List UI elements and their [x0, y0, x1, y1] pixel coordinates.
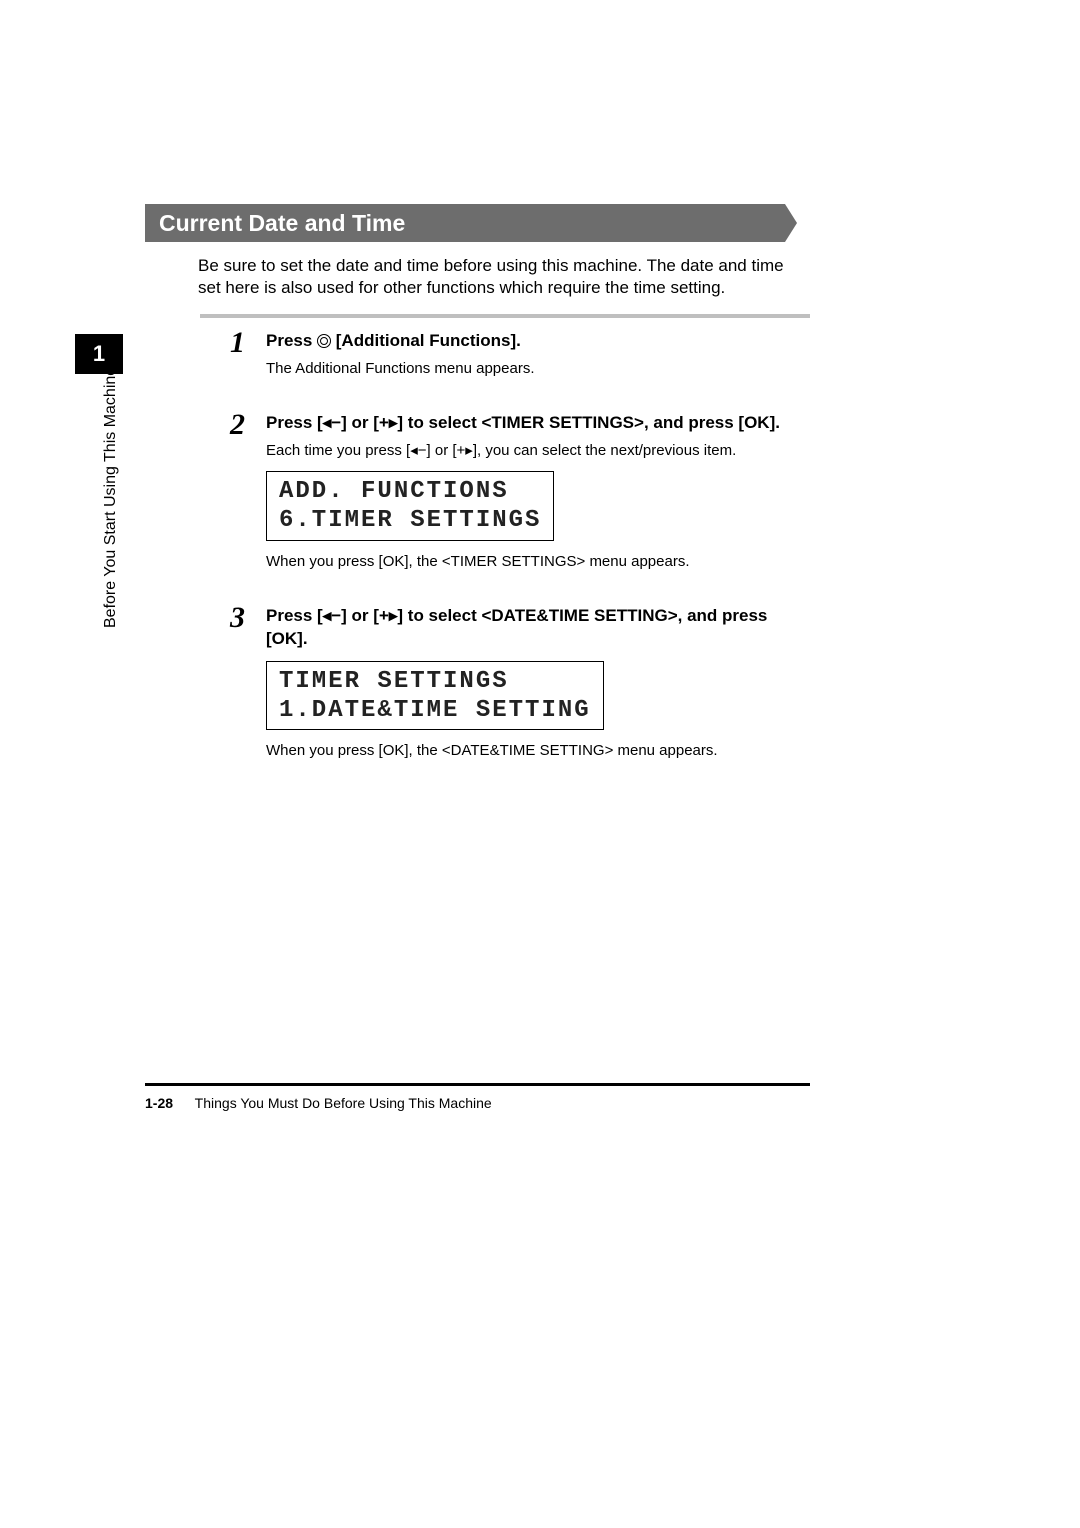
step-body: Each time you press [◂−] or [+▸], you ca…: [266, 441, 810, 461]
additional-functions-key-icon: [317, 334, 331, 348]
step-title: Press [◂−] or [+▸] to select <DATE&TIME …: [266, 605, 810, 651]
lcd-display: TIMER SETTINGS 1.DATE&TIME SETTING: [266, 661, 604, 731]
lcd-display: ADD. FUNCTIONS 6.TIMER SETTINGS: [266, 471, 554, 541]
step-body: The Additional Functions menu appears.: [266, 359, 810, 379]
lcd-line-2: 1.DATE&TIME SETTING: [279, 697, 591, 726]
lcd-line-2: 6.TIMER SETTINGS: [279, 507, 541, 536]
lcd-line-1: ADD. FUNCTIONS: [279, 478, 541, 507]
page-number: 1-28: [145, 1095, 173, 1111]
step-number: 3: [230, 601, 245, 635]
heading-arrow-icon: [785, 204, 797, 242]
divider: [200, 314, 810, 318]
step-post-text: When you press [OK], the <DATE&TIME SETT…: [266, 742, 810, 759]
lcd-line-1: TIMER SETTINGS: [279, 668, 591, 697]
step-2: 2 Press [◂−] or [+▸] to select <TIMER SE…: [230, 412, 810, 570]
step-1: 1 Press [Additional Functions]. The Addi…: [230, 330, 810, 379]
step-3: 3 Press [◂−] or [+▸] to select <DATE&TIM…: [230, 605, 810, 759]
step-title: Press [Additional Functions].: [266, 330, 810, 353]
footer-text: Things You Must Do Before Using This Mac…: [195, 1095, 492, 1111]
step-post-text: When you press [OK], the <TIMER SETTINGS…: [266, 553, 810, 570]
step-title: Press [◂−] or [+▸] to select <TIMER SETT…: [266, 412, 810, 435]
section-heading: Current Date and Time: [145, 204, 785, 242]
chapter-tab-number: 1: [93, 341, 105, 367]
footer-rule: [145, 1083, 810, 1086]
section-heading-text: Current Date and Time: [159, 210, 405, 237]
page: Current Date and Time Be sure to set the…: [0, 0, 1080, 1528]
step-number: 2: [230, 408, 245, 442]
chapter-side-label: Before You Start Using This Machine: [102, 367, 120, 628]
step-number: 1: [230, 326, 245, 360]
intro-paragraph: Be sure to set the date and time before …: [198, 255, 808, 299]
page-footer: 1-28 Things You Must Do Before Using Thi…: [145, 1095, 810, 1111]
step-title-text-after: [Additional Functions].: [331, 331, 521, 350]
step-title-text-before: Press: [266, 331, 317, 350]
